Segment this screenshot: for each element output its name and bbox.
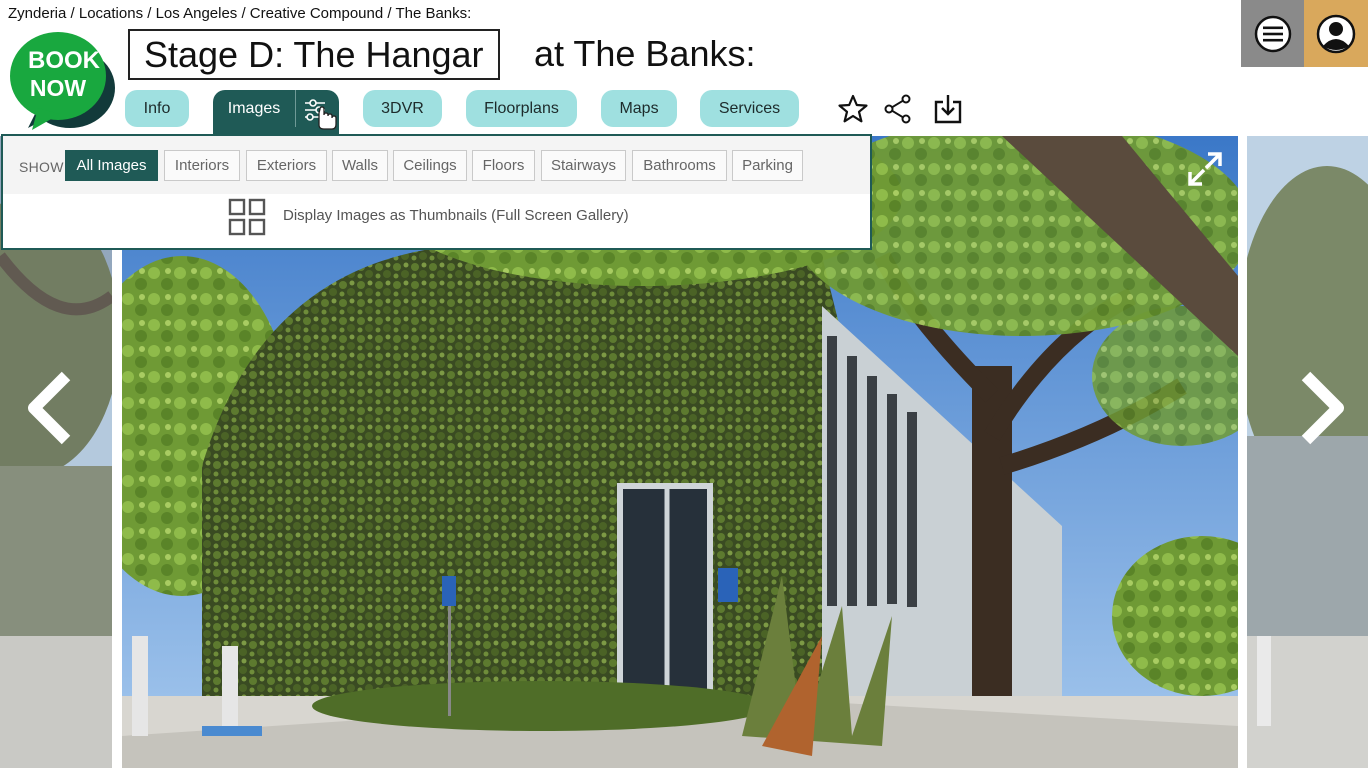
chip-floors[interactable]: Floors	[472, 150, 535, 181]
chip-ceilings[interactable]: Ceilings	[393, 150, 467, 181]
download-icon[interactable]	[932, 93, 964, 125]
logo-line1: BOOK	[28, 47, 101, 74]
image-filter-panel: SHOW All Images Interiors Exteriors Wall…	[1, 134, 872, 250]
share-icon[interactable]	[882, 93, 914, 125]
tab-info[interactable]: Info	[125, 90, 189, 127]
chip-exteriors[interactable]: Exteriors	[246, 150, 327, 181]
chip-interiors[interactable]: Interiors	[164, 150, 240, 181]
menu-icon	[1254, 15, 1291, 52]
next-photo-preview	[1247, 136, 1368, 768]
tab-maps-label: Maps	[619, 99, 659, 117]
tab-3dvr-label: 3DVR	[381, 99, 424, 117]
show-label: SHOW	[19, 159, 64, 175]
chip-stairways[interactable]: Stairways	[541, 150, 626, 181]
previous-arrow-icon[interactable]	[20, 370, 76, 446]
tab-3dvr[interactable]: 3DVR	[363, 90, 442, 127]
thumbnail-grid-icon[interactable]	[228, 198, 266, 236]
tab-images-label: Images	[227, 99, 281, 117]
breadcrumb[interactable]: Zynderia / Locations / Los Angeles / Cre…	[8, 5, 471, 22]
tab-services[interactable]: Services	[700, 90, 799, 127]
tab-services-label: Services	[718, 99, 781, 117]
next-arrow-icon[interactable]	[1296, 370, 1352, 446]
pointer-hand-icon	[318, 106, 337, 130]
tab-floorplans-label: Floorplans	[484, 99, 559, 117]
menu-button[interactable]	[1241, 0, 1304, 67]
chip-bathrooms[interactable]: Bathrooms	[632, 150, 727, 181]
logo-line2: NOW	[30, 75, 87, 101]
fullscreen-expand-icon[interactable]	[1186, 150, 1224, 188]
tab-images[interactable]: Images	[213, 90, 339, 136]
filter-row: SHOW All Images Interiors Exteriors Wall…	[3, 136, 870, 194]
page-title: Stage D: The Hangar	[128, 29, 500, 80]
star-icon[interactable]	[837, 93, 869, 125]
tab-floorplans[interactable]: Floorplans	[466, 90, 577, 127]
tab-maps[interactable]: Maps	[601, 90, 677, 127]
thumbnail-gallery-link[interactable]: Display Images as Thumbnails (Full Scree…	[283, 207, 629, 224]
page-title-suffix: at The Banks:	[534, 33, 756, 74]
chip-parking[interactable]: Parking	[732, 150, 803, 181]
chip-walls[interactable]: Walls	[332, 150, 388, 181]
user-icon	[1316, 14, 1356, 53]
page: Zynderia / Locations / Los Angeles / Cre…	[0, 0, 1368, 768]
chip-all-images[interactable]: All Images	[65, 150, 158, 181]
tab-info-label: Info	[143, 99, 171, 117]
filter-settings-icon[interactable]	[299, 95, 339, 131]
tab-divider	[295, 90, 296, 127]
user-button[interactable]	[1304, 0, 1368, 67]
book-now-logo[interactable]: BOOK NOW	[8, 28, 116, 132]
